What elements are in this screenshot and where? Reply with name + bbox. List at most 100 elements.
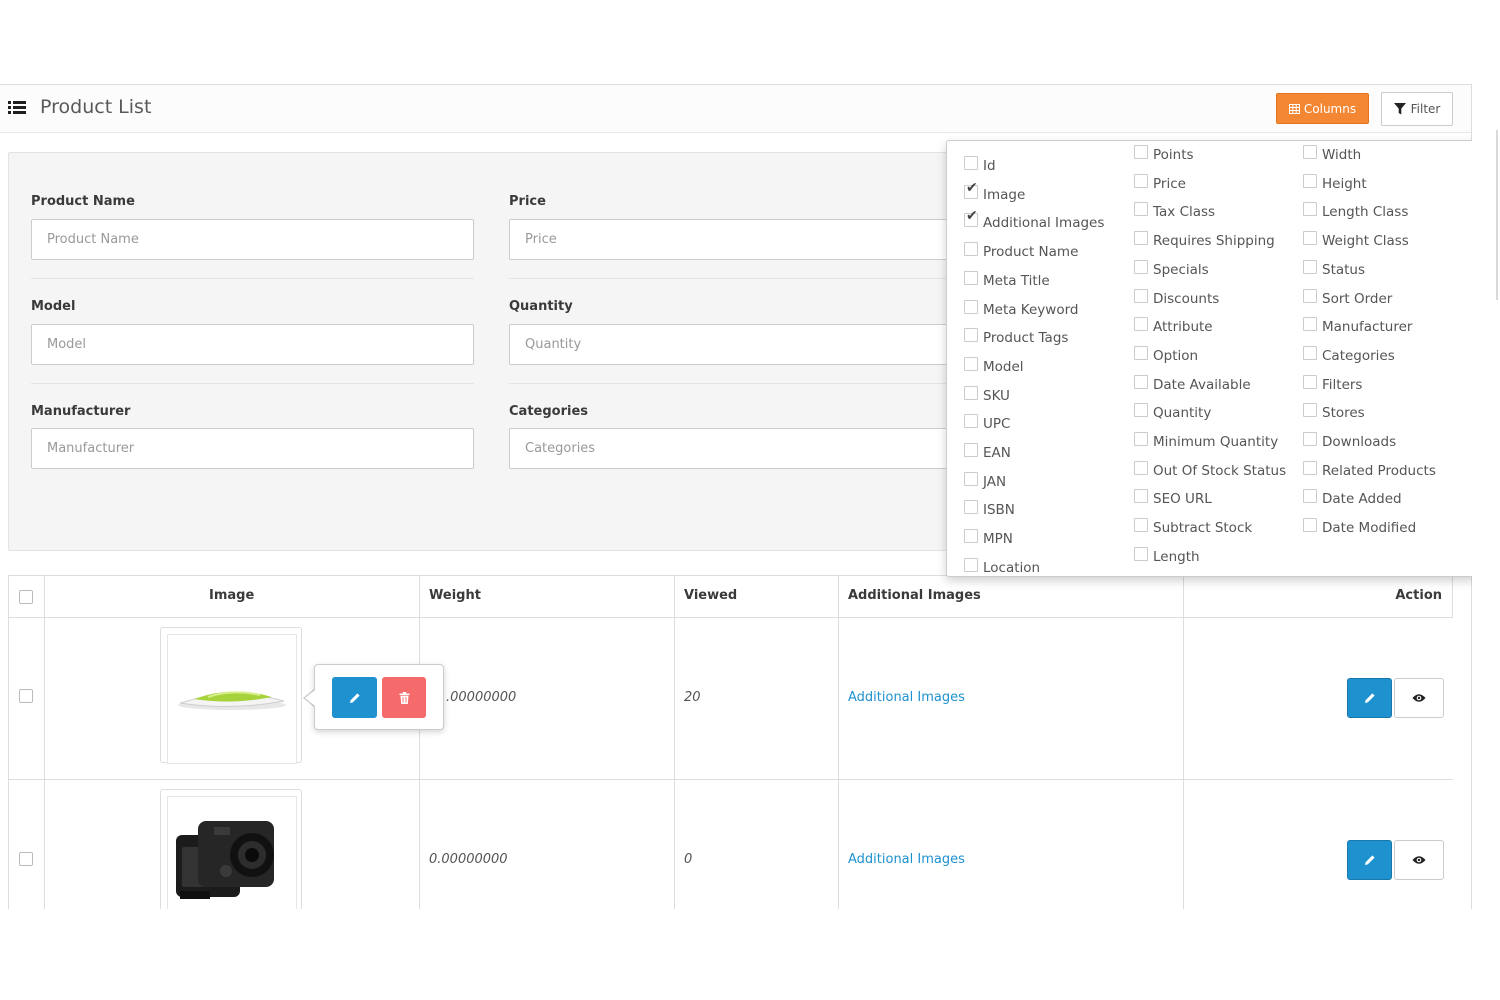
column-option-checkbox[interactable] <box>964 328 978 342</box>
column-option-checkbox[interactable] <box>1134 375 1148 389</box>
product-name-input[interactable]: Product Name <box>31 219 474 260</box>
column-option[interactable]: Filters <box>1303 373 1362 393</box>
categories-input[interactable]: Categories <box>509 428 954 469</box>
column-option[interactable]: Date Modified <box>1303 516 1416 536</box>
column-option[interactable]: Product Name <box>964 240 1078 260</box>
column-option-checkbox[interactable] <box>1303 346 1317 360</box>
column-option[interactable]: MPN <box>964 527 1013 547</box>
column-option-checkbox[interactable] <box>1134 317 1148 331</box>
column-option[interactable]: EAN <box>964 441 1011 461</box>
column-option[interactable]: Meta Keyword <box>964 298 1078 318</box>
column-option[interactable]: Meta Title <box>964 269 1050 289</box>
price-input[interactable]: Price <box>509 219 954 260</box>
column-option-checkbox[interactable] <box>964 300 978 314</box>
column-option-checkbox[interactable] <box>1303 489 1317 503</box>
column-option[interactable]: Date Added <box>1303 487 1402 507</box>
column-option[interactable]: Downloads <box>1303 430 1396 450</box>
model-input[interactable]: Model <box>31 324 474 365</box>
column-option-checkbox[interactable] <box>964 414 978 428</box>
product-thumbnail[interactable] <box>160 789 302 909</box>
quantity-input[interactable]: Quantity <box>509 324 954 365</box>
column-option[interactable]: Length Class <box>1303 200 1408 220</box>
column-option-checkbox[interactable] <box>1134 202 1148 216</box>
column-option[interactable]: Price <box>1134 172 1186 192</box>
column-option[interactable]: Location <box>964 556 1040 576</box>
column-option-checkbox[interactable] <box>1303 174 1317 188</box>
column-option-checkbox[interactable] <box>964 271 978 285</box>
column-option-checkbox[interactable] <box>964 500 978 514</box>
column-option[interactable]: Stores <box>1303 401 1365 421</box>
popover-delete-image-button[interactable] <box>382 677 426 718</box>
select-all-checkbox[interactable] <box>19 590 33 604</box>
column-option[interactable]: UPC <box>964 412 1010 432</box>
column-option-checkbox[interactable] <box>1134 518 1148 532</box>
column-option[interactable]: Related Products <box>1303 459 1436 479</box>
view-button[interactable] <box>1394 678 1444 718</box>
column-option[interactable]: Option <box>1134 344 1198 364</box>
column-header-viewed[interactable]: Viewed <box>684 588 737 603</box>
column-header-weight[interactable]: Weight <box>429 588 481 603</box>
column-header-additional-images[interactable]: Additional Images <box>848 588 981 603</box>
column-option[interactable]: Subtract Stock <box>1134 516 1252 536</box>
column-option-checkbox[interactable]: ✔ <box>964 181 978 199</box>
scrollbar-thumb[interactable] <box>1496 130 1498 300</box>
column-option-checkbox[interactable] <box>1303 432 1317 446</box>
column-option[interactable]: Sort Order <box>1303 287 1392 307</box>
column-option[interactable]: Product Tags <box>964 326 1068 346</box>
column-option[interactable]: Quantity <box>1134 401 1211 421</box>
column-option-checkbox[interactable] <box>1134 174 1148 188</box>
column-option[interactable]: JAN <box>964 470 1006 490</box>
column-option[interactable]: Id <box>964 154 996 174</box>
column-option[interactable]: Status <box>1303 258 1365 278</box>
column-option[interactable]: Attribute <box>1134 315 1213 335</box>
column-option-checkbox[interactable] <box>1303 403 1317 417</box>
column-option-checkbox[interactable] <box>1134 547 1148 561</box>
column-option-checkbox[interactable] <box>1134 260 1148 274</box>
column-header-image[interactable]: Image <box>209 588 254 603</box>
column-option[interactable]: Length <box>1134 545 1200 565</box>
row-checkbox[interactable] <box>19 689 33 703</box>
column-option-checkbox[interactable] <box>1134 403 1148 417</box>
column-option-checkbox[interactable] <box>1303 317 1317 331</box>
filter-button[interactable]: Filter <box>1381 92 1453 126</box>
edit-button[interactable] <box>1347 840 1392 880</box>
column-option-checkbox[interactable]: ✔ <box>964 209 978 227</box>
column-option[interactable]: Manufacturer <box>1303 315 1412 335</box>
column-option-checkbox[interactable] <box>964 242 978 256</box>
column-option-checkbox[interactable] <box>1303 461 1317 475</box>
column-option-checkbox[interactable] <box>964 472 978 486</box>
column-option-checkbox[interactable] <box>964 558 978 572</box>
column-option-checkbox[interactable] <box>1134 145 1148 159</box>
column-option[interactable]: Width <box>1303 143 1361 163</box>
column-option-checkbox[interactable] <box>964 357 978 371</box>
column-option-checkbox[interactable] <box>964 529 978 543</box>
product-thumbnail[interactable] <box>160 627 302 764</box>
additional-images-link[interactable]: Additional Images <box>848 852 965 867</box>
column-option-checkbox[interactable] <box>1134 461 1148 475</box>
column-option-checkbox[interactable] <box>964 386 978 400</box>
column-option[interactable]: ✔ Image <box>964 181 1025 203</box>
column-option-checkbox[interactable] <box>1303 289 1317 303</box>
column-option-checkbox[interactable] <box>1303 518 1317 532</box>
column-option[interactable]: Weight Class <box>1303 229 1409 249</box>
column-option-checkbox[interactable] <box>1303 145 1317 159</box>
column-option[interactable]: ✔ Additional Images <box>964 209 1104 231</box>
column-option-checkbox[interactable] <box>1134 346 1148 360</box>
column-option-checkbox[interactable] <box>1303 231 1317 245</box>
manufacturer-input[interactable]: Manufacturer <box>31 428 474 469</box>
columns-button[interactable]: Columns <box>1276 93 1369 124</box>
column-option[interactable]: Categories <box>1303 344 1395 364</box>
column-option[interactable]: Points <box>1134 143 1194 163</box>
column-option-checkbox[interactable] <box>1303 202 1317 216</box>
popover-edit-image-button[interactable] <box>332 677 377 718</box>
column-option[interactable]: Date Available <box>1134 373 1251 393</box>
column-option-checkbox[interactable] <box>1134 289 1148 303</box>
column-option[interactable]: SKU <box>964 384 1010 404</box>
column-option-checkbox[interactable] <box>1303 260 1317 274</box>
view-button[interactable] <box>1394 840 1444 880</box>
column-option-checkbox[interactable] <box>964 156 978 170</box>
column-option[interactable]: Minimum Quantity <box>1134 430 1278 450</box>
column-option[interactable]: Specials <box>1134 258 1209 278</box>
column-option[interactable]: Discounts <box>1134 287 1219 307</box>
column-option-checkbox[interactable] <box>1134 489 1148 503</box>
